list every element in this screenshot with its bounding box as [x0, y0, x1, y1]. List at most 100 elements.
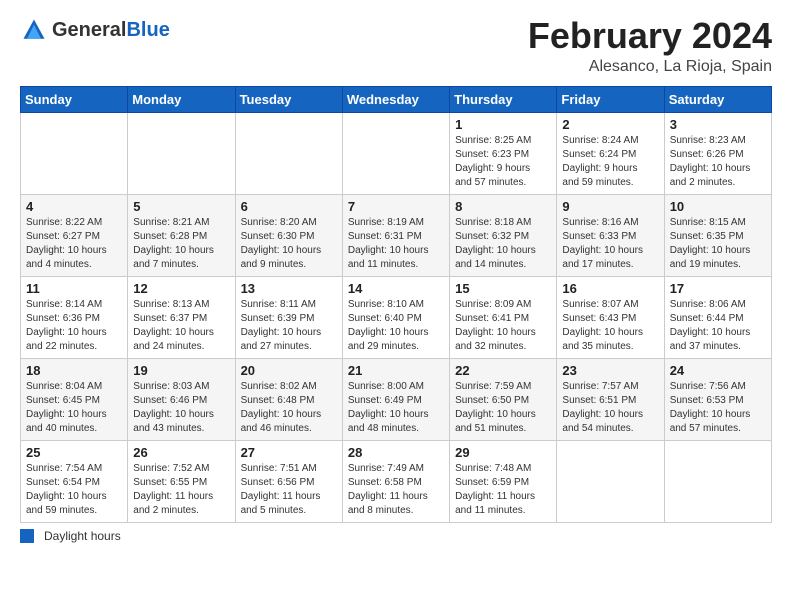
- day-header-wednesday: Wednesday: [342, 86, 449, 112]
- day-number: 2: [562, 117, 658, 132]
- page: GeneralBlue February 2024 Alesanco, La R…: [0, 0, 792, 612]
- day-info: Sunrise: 7:59 AM Sunset: 6:50 PM Dayligh…: [455, 380, 551, 436]
- day-info: Sunrise: 8:22 AM Sunset: 6:27 PM Dayligh…: [26, 216, 122, 272]
- day-info: Sunrise: 7:56 AM Sunset: 6:53 PM Dayligh…: [670, 380, 766, 436]
- calendar-cell: 16 Sunrise: 8:07 AM Sunset: 6:43 PM Dayli…: [557, 276, 664, 358]
- header: GeneralBlue February 2024 Alesanco, La R…: [20, 16, 772, 76]
- calendar-cell: [235, 112, 342, 194]
- calendar-cell: 21Sunrise: 8:00 AM Sunset: 6:49 PM Dayli…: [342, 358, 449, 440]
- calendar-cell: 19 Sunrise: 8:03 AM Sunset: 6:46 PM Dayli…: [128, 358, 235, 440]
- calendar-cell: 14 Sunrise: 8:10 AM Sunset: 6:40 PM Dayli…: [342, 276, 449, 358]
- day-number: 26: [133, 445, 229, 460]
- calendar-cell: 6 Sunrise: 8:20 AM Sunset: 6:30 PM Daylig…: [235, 194, 342, 276]
- calendar-cell: [664, 440, 771, 522]
- calendar-cell: [128, 112, 235, 194]
- day-info: Sunrise: 8:15 AM Sunset: 6:35 PM Dayligh…: [670, 216, 766, 272]
- day-info: Sunrise: 8:07 AM Sunset: 6:43 PM Dayligh…: [562, 298, 658, 354]
- day-number: 27: [241, 445, 337, 460]
- calendar-cell: 10 Sunrise: 8:15 AM Sunset: 6:35 PM Dayli…: [664, 194, 771, 276]
- day-info: Sunrise: 8:09 AM Sunset: 6:41 PM Dayligh…: [455, 298, 551, 354]
- calendar-cell: 1 Sunrise: 8:25 AM Sunset: 6:23 PM Daylig…: [450, 112, 557, 194]
- day-number: 29: [455, 445, 551, 460]
- calendar-cell: 15 Sunrise: 8:09 AM Sunset: 6:41 PM Dayli…: [450, 276, 557, 358]
- day-number: 10: [670, 199, 766, 214]
- calendar-week-row: 25 Sunrise: 7:54 AM Sunset: 6:54 PM Dayli…: [21, 440, 772, 522]
- day-info: Sunrise: 8:21 AM Sunset: 6:28 PM Dayligh…: [133, 216, 229, 272]
- day-info: Sunrise: 7:48 AM Sunset: 6:59 PM Dayligh…: [455, 462, 551, 518]
- calendar-cell: 29 Sunrise: 7:48 AM Sunset: 6:59 PM Dayli…: [450, 440, 557, 522]
- day-number: 12: [133, 281, 229, 296]
- calendar-cell: [21, 112, 128, 194]
- day-number: 1: [455, 117, 551, 132]
- day-info: Sunrise: 8:20 AM Sunset: 6:30 PM Dayligh…: [241, 216, 337, 272]
- header-row: SundayMondayTuesdayWednesdayThursdayFrid…: [21, 86, 772, 112]
- day-number: 28: [348, 445, 444, 460]
- day-number: 21: [348, 363, 444, 378]
- day-number: 14: [348, 281, 444, 296]
- day-info: Sunrise: 8:06 AM Sunset: 6:44 PM Dayligh…: [670, 298, 766, 354]
- legend-box: [20, 529, 34, 543]
- day-info: Sunrise: 7:57 AM Sunset: 6:51 PM Dayligh…: [562, 380, 658, 436]
- calendar-cell: 26Sunrise: 7:52 AM Sunset: 6:55 PM Dayli…: [128, 440, 235, 522]
- calendar-cell: [342, 112, 449, 194]
- day-info: Sunrise: 8:13 AM Sunset: 6:37 PM Dayligh…: [133, 298, 229, 354]
- calendar-cell: 22Sunrise: 7:59 AM Sunset: 6:50 PM Dayli…: [450, 358, 557, 440]
- calendar-cell: 7 Sunrise: 8:19 AM Sunset: 6:31 PM Daylig…: [342, 194, 449, 276]
- calendar-cell: 13 Sunrise: 8:11 AM Sunset: 6:39 PM Dayli…: [235, 276, 342, 358]
- day-header-tuesday: Tuesday: [235, 86, 342, 112]
- calendar-cell: 11 Sunrise: 8:14 AM Sunset: 6:36 PM Dayli…: [21, 276, 128, 358]
- day-number: 9: [562, 199, 658, 214]
- day-info: Sunrise: 8:03 AM Sunset: 6:46 PM Dayligh…: [133, 380, 229, 436]
- day-number: 25: [26, 445, 122, 460]
- logo-general-text: General: [52, 19, 126, 41]
- calendar-cell: 5 Sunrise: 8:21 AM Sunset: 6:28 PM Daylig…: [128, 194, 235, 276]
- day-number: 11: [26, 281, 122, 296]
- day-number: 7: [348, 199, 444, 214]
- calendar-week-row: 11 Sunrise: 8:14 AM Sunset: 6:36 PM Dayli…: [21, 276, 772, 358]
- day-info: Sunrise: 7:54 AM Sunset: 6:54 PM Dayligh…: [26, 462, 122, 518]
- day-number: 5: [133, 199, 229, 214]
- day-info: Sunrise: 8:25 AM Sunset: 6:23 PM Dayligh…: [455, 134, 551, 190]
- title-block: February 2024 Alesanco, La Rioja, Spain: [528, 16, 772, 76]
- day-number: 6: [241, 199, 337, 214]
- day-number: 18: [26, 363, 122, 378]
- day-header-sunday: Sunday: [21, 86, 128, 112]
- calendar-cell: 12 Sunrise: 8:13 AM Sunset: 6:37 PM Dayli…: [128, 276, 235, 358]
- calendar-cell: 24 Sunrise: 7:56 AM Sunset: 6:53 PM Dayli…: [664, 358, 771, 440]
- calendar-cell: 28 Sunrise: 7:49 AM Sunset: 6:58 PM Dayli…: [342, 440, 449, 522]
- day-number: 13: [241, 281, 337, 296]
- calendar-cell: 23 Sunrise: 7:57 AM Sunset: 6:51 PM Dayli…: [557, 358, 664, 440]
- calendar-cell: 3 Sunrise: 8:23 AM Sunset: 6:26 PM Daylig…: [664, 112, 771, 194]
- calendar-cell: [557, 440, 664, 522]
- day-info: Sunrise: 8:24 AM Sunset: 6:24 PM Dayligh…: [562, 134, 658, 190]
- day-info: Sunrise: 7:51 AM Sunset: 6:56 PM Dayligh…: [241, 462, 337, 518]
- calendar-cell: 18 Sunrise: 8:04 AM Sunset: 6:45 PM Dayli…: [21, 358, 128, 440]
- day-info: Sunrise: 8:14 AM Sunset: 6:36 PM Dayligh…: [26, 298, 122, 354]
- day-number: 24: [670, 363, 766, 378]
- day-header-thursday: Thursday: [450, 86, 557, 112]
- calendar-cell: 27 Sunrise: 7:51 AM Sunset: 6:56 PM Dayli…: [235, 440, 342, 522]
- legend-label: Daylight hours: [44, 529, 121, 543]
- logo-icon: [20, 16, 48, 44]
- day-info: Sunrise: 7:49 AM Sunset: 6:58 PM Dayligh…: [348, 462, 444, 518]
- day-number: 3: [670, 117, 766, 132]
- calendar-cell: 17Sunrise: 8:06 AM Sunset: 6:44 PM Dayli…: [664, 276, 771, 358]
- day-number: 19: [133, 363, 229, 378]
- calendar-week-row: 4Sunrise: 8:22 AM Sunset: 6:27 PM Daylig…: [21, 194, 772, 276]
- day-info: Sunrise: 8:11 AM Sunset: 6:39 PM Dayligh…: [241, 298, 337, 354]
- day-number: 16: [562, 281, 658, 296]
- footer: Daylight hours: [20, 529, 772, 543]
- calendar-cell: 2 Sunrise: 8:24 AM Sunset: 6:24 PM Daylig…: [557, 112, 664, 194]
- logo-blue-text: Blue: [126, 19, 169, 41]
- day-number: 8: [455, 199, 551, 214]
- month-title: February 2024: [528, 16, 772, 56]
- day-info: Sunrise: 8:23 AM Sunset: 6:26 PM Dayligh…: [670, 134, 766, 190]
- calendar-cell: 20Sunrise: 8:02 AM Sunset: 6:48 PM Dayli…: [235, 358, 342, 440]
- day-header-saturday: Saturday: [664, 86, 771, 112]
- day-number: 23: [562, 363, 658, 378]
- day-number: 15: [455, 281, 551, 296]
- day-info: Sunrise: 8:19 AM Sunset: 6:31 PM Dayligh…: [348, 216, 444, 272]
- calendar-cell: 4Sunrise: 8:22 AM Sunset: 6:27 PM Daylig…: [21, 194, 128, 276]
- day-info: Sunrise: 8:10 AM Sunset: 6:40 PM Dayligh…: [348, 298, 444, 354]
- day-info: Sunrise: 8:04 AM Sunset: 6:45 PM Dayligh…: [26, 380, 122, 436]
